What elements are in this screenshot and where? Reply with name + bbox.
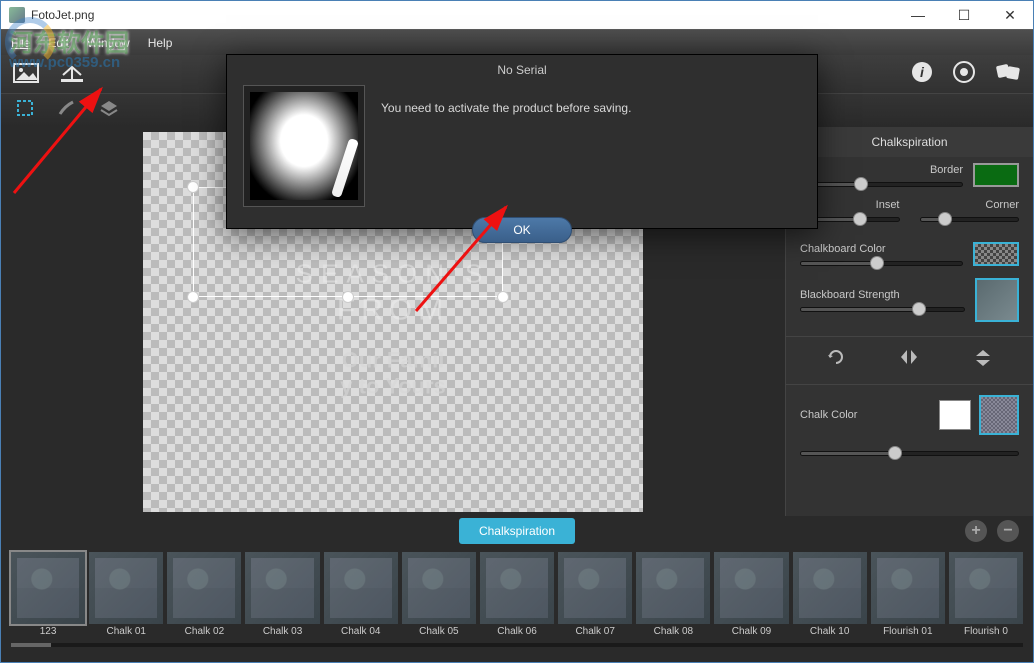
minimize-button[interactable]: — [895, 1, 941, 29]
menu-file[interactable]: File [11, 36, 30, 50]
preset-label: Chalk 02 [167, 626, 241, 637]
menu-bar: File Edit Window Help [1, 29, 1033, 55]
border-label: Border [800, 164, 963, 176]
rotate-icon[interactable] [826, 347, 846, 374]
chalkboard-color-label: Chalkboard Color [800, 243, 963, 255]
flip-vertical-icon[interactable] [973, 347, 993, 374]
chalk-texture-swatch[interactable] [979, 395, 1019, 435]
overlay-line-4: y to Yours [296, 374, 491, 400]
help-button[interactable] [953, 61, 975, 88]
corner-slider[interactable] [920, 217, 1020, 222]
preset-label: Chalk 09 [714, 626, 788, 637]
preset-thumb[interactable] [402, 552, 476, 624]
border-slider[interactable] [800, 182, 963, 187]
overlay-line-3: Our Famil [296, 348, 491, 374]
preset-label: Chalk 03 [245, 626, 319, 637]
preset-label: Chalk 08 [636, 626, 710, 637]
handle-bottom-left[interactable] [187, 291, 199, 303]
annotation-arrow-2 [406, 201, 526, 326]
blackboard-strength-label: Blackboard Strength [800, 289, 965, 301]
preset-label: Chalk 10 [793, 626, 867, 637]
chalkboard-color-swatch[interactable] [973, 163, 1019, 187]
preset-thumb[interactable] [167, 552, 241, 624]
close-button[interactable]: ✕ [987, 1, 1033, 29]
preset-thumbs-row [1, 546, 1033, 626]
corner-label: Corner [920, 199, 1020, 211]
chalkboard-pattern-swatch[interactable] [973, 242, 1019, 266]
preset-label: Chalk 01 [89, 626, 163, 637]
preset-label: Flourish 01 [871, 626, 945, 637]
dice-random-button[interactable] [995, 61, 1021, 88]
add-preset-button[interactable]: + [965, 520, 987, 542]
title-bar: FotoJet.png — ☐ ✕ [1, 1, 1033, 29]
chalk-color-label: Chalk Color [800, 409, 862, 421]
preset-label: Chalk 04 [324, 626, 398, 637]
flip-horizontal-icon[interactable] [898, 347, 920, 374]
dialog-image [243, 85, 365, 207]
preset-label: Chalk 07 [558, 626, 632, 637]
preset-label: 123 [11, 626, 85, 637]
blackboard-preview[interactable] [975, 278, 1019, 322]
preset-thumb[interactable] [636, 552, 710, 624]
side-panel: Chalkspiration Border Inset Corner [785, 127, 1033, 516]
preset-thumb[interactable] [871, 552, 945, 624]
chalk-color-swatch[interactable] [939, 400, 971, 430]
info-button[interactable]: i [911, 61, 933, 88]
handle-top-left[interactable] [187, 181, 199, 193]
preset-thumb[interactable] [11, 552, 85, 624]
preset-thumb[interactable] [245, 552, 319, 624]
window-title: FotoJet.png [31, 8, 895, 22]
preset-thumb[interactable] [89, 552, 163, 624]
handle-bottom-mid[interactable] [342, 291, 354, 303]
preset-thumb[interactable] [714, 552, 788, 624]
maximize-button[interactable]: ☐ [941, 1, 987, 29]
preset-label: Chalk 06 [480, 626, 554, 637]
preset-thumb[interactable] [949, 552, 1023, 624]
dialog-message: You need to activate the product before … [381, 85, 631, 115]
menu-help[interactable]: Help [148, 36, 173, 50]
panel-title: Chalkspiration [786, 127, 1033, 157]
preset-scrollbar[interactable] [11, 643, 1023, 647]
remove-preset-button[interactable]: − [997, 520, 1019, 542]
transform-row [786, 336, 1033, 385]
blackboard-strength-slider[interactable] [800, 307, 965, 312]
preset-labels-row: 123 Chalk 01 Chalk 02 Chalk 03 Chalk 04 Chalk… [1, 626, 1033, 643]
annotation-arrow-1 [6, 83, 116, 208]
app-icon [9, 7, 25, 23]
preset-thumb[interactable] [324, 552, 398, 624]
preset-bar: Chalkspiration + − 123 Chalk 01 Chalk 02 Ch… [1, 516, 1033, 662]
chalkboard-color-slider[interactable] [800, 261, 963, 266]
preset-thumb[interactable] [558, 552, 632, 624]
preset-label: Chalk 05 [402, 626, 476, 637]
preset-category-pill[interactable]: Chalkspiration [459, 518, 575, 544]
menu-window[interactable]: Window [87, 36, 130, 50]
preset-label: Flourish 0 [949, 626, 1023, 637]
preset-thumb[interactable] [480, 552, 554, 624]
chalk-color-slider[interactable] [800, 451, 1019, 456]
menu-edit[interactable]: Edit [48, 36, 69, 50]
dialog-title: No Serial [227, 55, 817, 85]
preset-thumb[interactable] [793, 552, 867, 624]
